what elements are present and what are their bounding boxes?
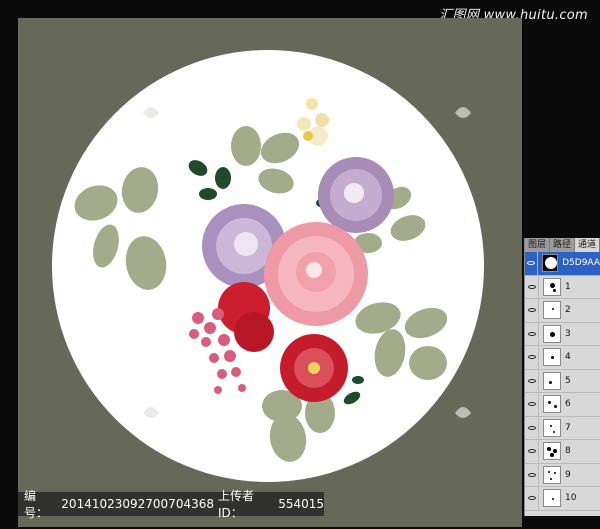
channel-row[interactable]: 5 [525, 369, 600, 393]
channel-name: 10 [565, 493, 577, 504]
cream-blossoms [297, 98, 329, 146]
channel-row[interactable]: 8 [525, 440, 600, 464]
red-rose [280, 334, 348, 402]
channel-name: 1 [565, 281, 571, 292]
visibility-eye-icon[interactable] [525, 440, 539, 463]
visibility-eye-icon[interactable] [525, 322, 539, 345]
tab-channels[interactable]: 通道 [575, 238, 600, 252]
channel-thumbnail [543, 489, 561, 508]
channel-thumbnail [543, 277, 561, 296]
channel-row[interactable]: 2 [525, 299, 600, 323]
pink-rose [264, 222, 368, 326]
channel-thumbnail [543, 395, 561, 414]
panel-tabs: 图层 路径 通道 [525, 238, 600, 252]
channel-thumbnail [543, 348, 561, 367]
image-id: 20141023092700704368 [61, 497, 214, 511]
channel-thumbnail [543, 465, 561, 484]
channel-name: 6 [565, 399, 571, 410]
layers-panel: 图层 路径 通道 D5D9AA 1 2 3 4 5 6 7 8 9 10 [524, 238, 600, 516]
channel-row[interactable]: 9 [525, 463, 600, 487]
visibility-eye-icon[interactable] [525, 416, 539, 439]
uploader-id: 554015 [278, 497, 324, 511]
visibility-eye-icon[interactable] [525, 275, 539, 298]
info-bar: 编号： 20141023092700704368 上传者ID： 554015 [18, 489, 324, 520]
visibility-eye-icon[interactable] [525, 393, 539, 416]
uploader-label: 上传者ID： [218, 489, 255, 520]
channel-row[interactable]: 3 [525, 322, 600, 346]
tab-layers[interactable]: 图层 [525, 238, 550, 252]
channel-thumbnail [543, 324, 561, 343]
channel-row[interactable]: 1 [525, 275, 600, 299]
visibility-eye-icon[interactable] [525, 369, 539, 392]
visibility-eye-icon[interactable] [525, 487, 539, 510]
visibility-eye-icon[interactable] [525, 346, 539, 369]
purple-rose-right [318, 157, 394, 233]
channel-name: 5 [565, 375, 571, 386]
tab-paths[interactable]: 路径 [550, 238, 575, 252]
channel-name: 4 [565, 352, 571, 363]
channel-name: 2 [565, 305, 571, 316]
visibility-eye-icon[interactable] [525, 252, 538, 275]
channel-name: D5D9AA [562, 258, 600, 269]
floral-artwork [74, 98, 471, 462]
channel-name: 9 [565, 469, 571, 480]
channel-row[interactable]: 10 [525, 487, 600, 511]
info-label: 编号： [24, 489, 49, 520]
channel-name: 3 [565, 328, 571, 339]
channel-name: 8 [565, 446, 571, 457]
channel-thumbnail [541, 254, 559, 273]
channel-thumbnail [543, 371, 561, 390]
visibility-eye-icon[interactable] [525, 299, 539, 322]
document-canvas[interactable] [18, 18, 522, 527]
channel-row[interactable]: 7 [525, 416, 600, 440]
visibility-eye-icon[interactable] [525, 463, 539, 486]
channel-row[interactable]: 4 [525, 346, 600, 370]
channel-name: 7 [565, 422, 571, 433]
channel-row[interactable]: D5D9AA [525, 252, 600, 276]
channel-row[interactable]: 6 [525, 393, 600, 417]
channel-thumbnail [543, 301, 561, 320]
channel-thumbnail [543, 418, 561, 437]
channel-thumbnail [543, 442, 561, 461]
